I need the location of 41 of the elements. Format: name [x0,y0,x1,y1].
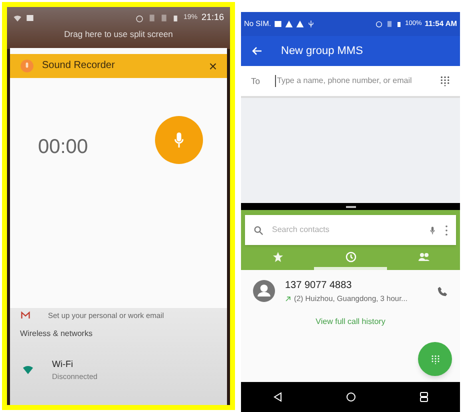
search-icon [253,224,264,236]
wifi-signal-icon [13,14,22,22]
dialpad-icon [430,354,440,364]
microphone-icon [428,224,437,236]
back-arrow-icon [251,45,263,57]
phone-number: 137 9077 4883 [285,279,353,293]
nav-recents-button[interactable] [418,391,430,403]
clock-time: 21:16 [201,11,224,24]
timer-text: 00:00 [38,134,88,160]
back-button[interactable] [251,45,263,57]
nav-home-button[interactable] [344,391,356,403]
setting-title[interactable]: Wi-Fi [52,358,98,372]
call-button[interactable] [437,286,448,297]
split-screen-hint: Drag here to use split screen [63,28,174,41]
recipient-input[interactable]: Type a name, phone number, or email [275,75,440,87]
recents-icon [418,391,430,403]
search-input[interactable]: Search contacts [272,224,420,236]
home-circle-icon [344,391,356,403]
search-field[interactable]: Search contacts [245,215,456,245]
app-bar-title: New group MMS [281,44,363,59]
recorder-app-icon [20,58,34,73]
back-triangle-icon [272,391,284,403]
people-icon [418,251,430,263]
dialpad-icon [440,75,450,87]
outgoing-call-icon [285,296,291,302]
phone-icon [437,286,448,297]
dialpad-button[interactable] [418,342,452,376]
wifi-icon [22,365,34,376]
window-title: Sound Recorder [42,59,116,74]
to-label: To [251,74,261,88]
avatar-icon [253,280,275,302]
clock-icon [344,251,356,263]
star-icon [272,251,284,263]
more-options-icon [445,224,448,236]
divider-handle-icon [346,206,356,208]
close-button[interactable]: × [208,58,217,73]
section-header: Wireless & networks [19,328,94,340]
usb-icon [307,20,316,28]
nav-back-button[interactable] [272,391,284,403]
battery-icon [172,14,180,22]
mail-icon [20,311,31,320]
